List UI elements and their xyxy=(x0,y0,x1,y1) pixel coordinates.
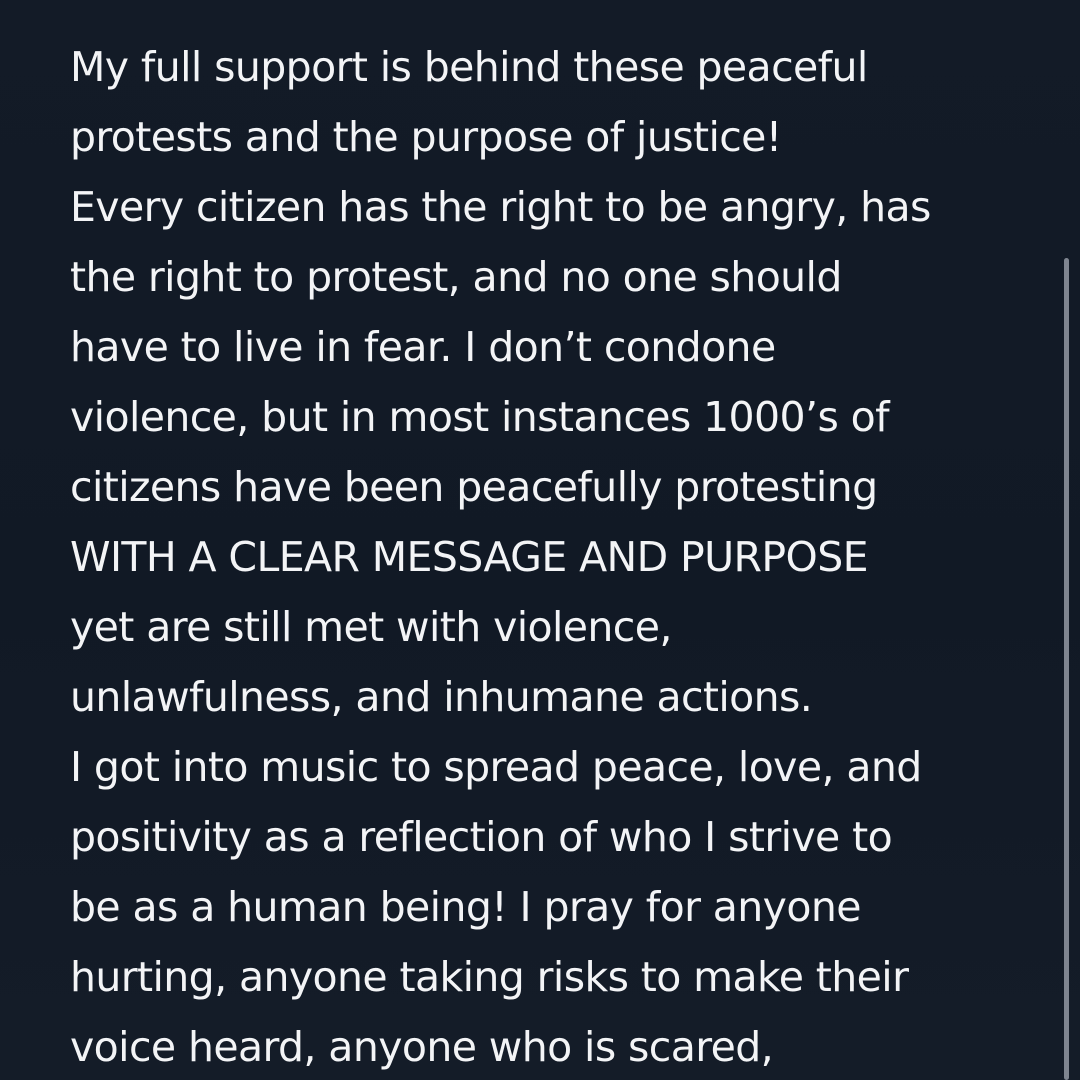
note-line: WITH A CLEAR MESSAGE AND PURPOSE xyxy=(70,533,869,581)
note-line-partial-top xyxy=(70,0,1045,32)
notes-screen: My full support is behind these peaceful… xyxy=(0,0,1080,1080)
vertical-scrollbar[interactable] xyxy=(1064,258,1069,1080)
note-line: Every citizen has the right to be angry,… xyxy=(70,183,931,231)
note-line: positivity as a reflection of who I stri… xyxy=(70,813,893,861)
note-body-text[interactable]: My full support is behind these peaceful… xyxy=(70,0,1045,1080)
note-line: hurting, anyone taking risks to make the… xyxy=(70,953,909,1001)
note-line: citizens have been peacefully protesting xyxy=(70,463,878,511)
note-line: My full support is behind these peaceful xyxy=(70,43,868,91)
note-line: protests and the purpose of justice! xyxy=(70,113,782,161)
note-line: unlawfulness, and inhumane actions. xyxy=(70,673,813,721)
note-line: yet are still met with violence, xyxy=(70,603,672,651)
note-line: have to live in fear. I don’t condone xyxy=(70,323,776,371)
note-line: be as a human being! I pray for anyone xyxy=(70,883,861,931)
note-line: violence, but in most instances 1000’s o… xyxy=(70,393,890,441)
note-line: voice heard, anyone who is scared, xyxy=(70,1023,774,1071)
note-line: I got into music to spread peace, love, … xyxy=(70,743,922,791)
note-line: the right to protest, and no one should xyxy=(70,253,842,301)
